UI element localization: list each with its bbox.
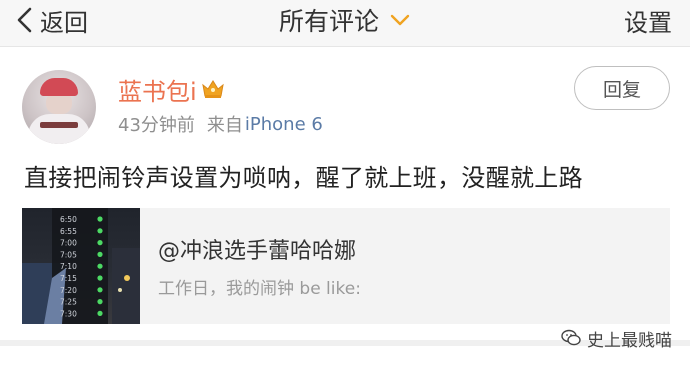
- alarm-time-label: 6:50: [60, 215, 77, 224]
- alarm-toggle-icon: [97, 287, 103, 293]
- alarm-toggle-icon: [97, 275, 103, 281]
- alarm-toggle-icon: [97, 228, 103, 234]
- alarm-screenshot-image: 6:50 6:55 7:00 7:05 7:10 7:15 7:20 7:25 7:30: [22, 208, 140, 324]
- alarm-time-label: 7:00: [60, 239, 77, 248]
- alarm-toggle-icon: [97, 216, 103, 222]
- alarm-time-label: 7:30: [60, 309, 77, 318]
- alarm-time-label: 6:55: [60, 227, 77, 236]
- top-nav-bar: 返回 所有评论 设置: [0, 0, 690, 47]
- chevron-down-icon: [390, 14, 410, 26]
- alarm-toggle-icon: [97, 263, 103, 269]
- wechat-icon: [561, 329, 581, 346]
- reply-button[interactable]: 回复: [574, 66, 670, 110]
- settings-button[interactable]: 设置: [624, 0, 672, 40]
- post-thumbnail[interactable]: 6:50 6:55 7:00 7:05 7:10 7:15 7:20 7:25 7:30: [22, 208, 140, 324]
- alarm-time-label: 7:25: [60, 298, 77, 307]
- source-prefix: 来自: [206, 115, 243, 136]
- comment-author[interactable]: 蓝书包i: [118, 72, 225, 107]
- alarm-toggle-icon: [97, 240, 103, 246]
- quoted-author[interactable]: @冲浪选手蕾哈哈娜: [158, 233, 356, 265]
- page-title: 所有评论: [278, 7, 379, 36]
- alarm-time-label: 7:20: [60, 286, 77, 295]
- comment-filter-dropdown[interactable]: 所有评论: [0, 0, 690, 40]
- quoted-text: 工作日，我的闹钟 be like:: [158, 279, 361, 299]
- comment-text: 直接把闹铃声设置为唢呐，醒了就上班，没醒就上路: [24, 164, 583, 192]
- alarm-toggle-icon: [97, 299, 103, 305]
- alarm-toggle-icon: [97, 251, 103, 257]
- watermark: 史上最贱喵: [561, 326, 672, 351]
- alarm-time-label: 7:10: [60, 262, 77, 271]
- avatar[interactable]: [22, 70, 96, 144]
- alarm-time-label: 7:15: [60, 274, 77, 283]
- crown-badge-icon[interactable]: [201, 78, 225, 100]
- comment-meta: 43分钟前 来自 iPhone 6: [118, 112, 323, 137]
- alarm-time-label: 7:05: [60, 250, 77, 259]
- watermark-text: 史上最贱喵: [587, 330, 672, 351]
- device-source[interactable]: iPhone 6: [245, 114, 323, 135]
- comment-time: 43分钟前: [118, 115, 195, 136]
- alarm-toggle-icon: [97, 310, 103, 316]
- username[interactable]: 蓝书包i: [118, 72, 197, 107]
- quoted-post-card[interactable]: 6:50 6:55 7:00 7:05 7:10 7:15 7:20 7:25 7:30 @冲浪…: [22, 208, 670, 324]
